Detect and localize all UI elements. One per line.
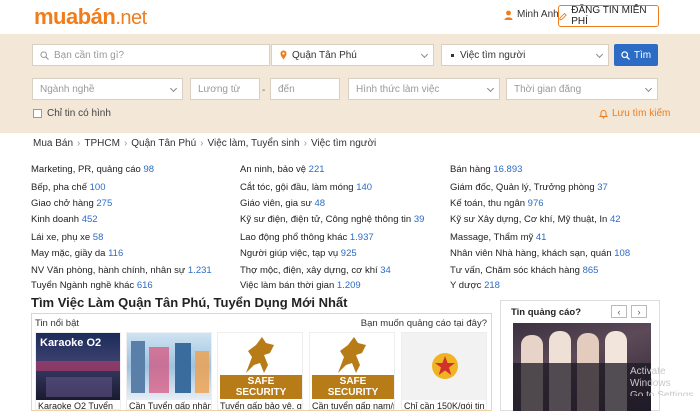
featured-item[interactable]: SAFE SECURITY Tuyển gấp bảo vệ, giữ xyxy=(217,332,303,410)
breadcrumb-separator: › xyxy=(303,138,307,149)
category-link[interactable]: Lái xe, phụ xe 58 xyxy=(31,232,103,243)
category-link[interactable]: Bán hàng 16.893 xyxy=(450,164,522,175)
search-icon xyxy=(621,50,630,60)
listing-image xyxy=(127,333,211,400)
featured-item[interactable]: Karaoke O2 Karaoke O2 Tuyển xyxy=(35,332,121,410)
work-type-select[interactable]: Hình thức làm việc xyxy=(348,78,500,100)
chevron-down-icon xyxy=(486,84,495,93)
listing-title: Tuyển gấp bảo vệ, giữ xyxy=(220,401,303,410)
category-link[interactable]: Kế toán, thu ngân 976 xyxy=(450,198,544,209)
category-link[interactable]: Giáo viên, gia sư 48 xyxy=(240,198,325,209)
breadcrumb-item[interactable]: Việc làm, Tuyển sinh xyxy=(208,138,300,149)
horse-logo-icon xyxy=(246,337,274,373)
breadcrumb-item[interactable]: Mua Bán xyxy=(33,138,73,149)
search-icon xyxy=(40,50,49,60)
user-name: Minh Anh xyxy=(517,9,559,20)
featured-item[interactable]: Cần Tuyển gấp nhân xyxy=(126,332,212,410)
salary-to-input[interactable]: đến xyxy=(270,78,340,100)
category-link[interactable]: Người giúp việc, tạp vụ 925 xyxy=(240,248,357,259)
category-select[interactable]: Việc tìm người xyxy=(441,44,609,66)
category-link[interactable]: Thợ mộc, điện, xây dựng, cơ khí 34 xyxy=(240,265,391,276)
save-search-link[interactable]: Lưu tìm kiếm xyxy=(599,108,670,119)
occupation-select[interactable]: Ngành nghề xyxy=(32,78,183,100)
chevron-down-icon xyxy=(420,50,429,59)
breadcrumb-item[interactable]: Quận Tân Phú xyxy=(131,138,196,149)
location-pin-icon xyxy=(280,50,287,60)
listing-title: Chỉ cần 150K/gói tin xyxy=(404,401,485,410)
edit-icon xyxy=(559,12,567,20)
ad-nav: ‹ › xyxy=(611,305,647,318)
category-link[interactable]: Kinh doanh 452 xyxy=(31,214,98,225)
range-dash: - xyxy=(262,85,266,96)
featured-item[interactable]: Chỉ cần 150K/gói tin xyxy=(401,332,487,410)
windows-activation-watermark: Activate Windows Go to Settings to activ… xyxy=(630,366,694,396)
category-link[interactable]: May mặc, giầy da 116 xyxy=(31,248,123,259)
chevron-down-icon xyxy=(169,84,178,93)
next-arrow-button[interactable]: › xyxy=(631,305,647,318)
star-badge-icon xyxy=(432,353,458,379)
ad-title: Tin quảng cáo? xyxy=(511,307,582,318)
category-link[interactable]: Tư vấn, Chăm sóc khách hàng 865 xyxy=(450,265,598,276)
category-link[interactable]: Giám đốc, Quản lý, Trưởng phòng 37 xyxy=(450,182,608,193)
category-link[interactable]: Kỹ sư điện, điện tử, Công nghệ thông tin… xyxy=(240,214,424,225)
category-link[interactable]: Việc làm bán thời gian 1.209 xyxy=(240,280,361,291)
category-link[interactable]: An ninh, bảo vệ 221 xyxy=(240,164,325,175)
location-select[interactable]: Quận Tân Phú xyxy=(271,44,434,66)
listing-title: Cần tuyển gấp nam/nữ bảo xyxy=(312,401,394,410)
user-icon xyxy=(504,10,513,20)
breadcrumb-separator: › xyxy=(77,138,81,149)
advertise-here-link[interactable]: Bạn muốn quảng cáo tại đây? xyxy=(361,318,487,329)
featured-listings: Tin nổi bật Bạn muốn quảng cáo tại đây? … xyxy=(31,313,492,411)
category-link[interactable]: Tuyển Ngành nghề khác 616 xyxy=(31,280,153,291)
breadcrumb-item[interactable]: TPHCM xyxy=(84,138,120,149)
category-link[interactable]: NV Văn phòng, hành chính, nhân sự 1.231 xyxy=(31,265,212,276)
section-title: Tìm Việc Làm Quận Tân Phú, Tuyển Dụng Mớ… xyxy=(31,295,348,310)
bell-icon xyxy=(599,109,608,119)
category-link[interactable]: Y dược 218 xyxy=(450,280,500,291)
breadcrumb: Mua Bán › TPHCM › Quận Tân Phú › Việc là… xyxy=(33,138,376,149)
prev-arrow-button[interactable]: ‹ xyxy=(611,305,627,318)
image-only-checkbox[interactable]: Chỉ tin có hình xyxy=(33,108,111,119)
listing-title: Karaoke O2 Tuyển xyxy=(38,401,114,410)
category-link[interactable]: Giao chở hàng 275 xyxy=(31,198,112,209)
category-link[interactable]: Bếp, pha chế 100 xyxy=(31,182,106,193)
horse-logo-icon xyxy=(338,337,366,373)
category-link[interactable]: Cắt tóc, gội đầu, làm móng 140 xyxy=(240,182,372,193)
site-header: muabán.net Minh Anh ĐĂNG TIN MIỄN PHÍ xyxy=(0,0,700,34)
salary-from-input[interactable]: Lương từ xyxy=(190,78,260,100)
category-dot-icon xyxy=(451,53,454,57)
featured-item[interactable]: SAFE SECURITY Cần tuyển gấp nam/nữ bảo xyxy=(309,332,395,410)
breadcrumb-separator: › xyxy=(123,138,128,149)
category-link[interactable]: Lao động phổ thông khác 1.937 xyxy=(240,232,374,243)
category-link[interactable]: Nhân viên Nhà hàng, khách sạn, quán 108 xyxy=(450,248,630,259)
category-link[interactable]: Kỹ sư Xây dựng, Cơ khí, Mỹ thuật, In 42 xyxy=(450,214,621,225)
listing-image: SAFE SECURITY xyxy=(310,333,394,400)
search-button[interactable]: Tìm xyxy=(614,44,658,66)
chevron-down-icon xyxy=(595,50,604,59)
chevron-down-icon xyxy=(644,84,653,93)
category-link[interactable]: Marketing, PR, quảng cáo 98 xyxy=(31,164,154,175)
site-logo[interactable]: muabán.net xyxy=(34,4,147,30)
featured-header: Tin nổi bật xyxy=(35,318,80,329)
posted-time-select[interactable]: Thời gian đăng xyxy=(506,78,658,100)
category-link[interactable]: Massage, Thẩm mỹ 41 xyxy=(450,232,546,243)
listing-image: Karaoke O2 xyxy=(36,333,120,400)
user-menu[interactable]: Minh Anh xyxy=(504,9,559,20)
post-ad-button[interactable]: ĐĂNG TIN MIỄN PHÍ xyxy=(558,5,659,27)
search-input[interactable]: Bạn cần tìm gì? xyxy=(32,44,270,66)
listing-image: SAFE SECURITY xyxy=(218,333,302,400)
checkbox-box[interactable] xyxy=(33,109,42,118)
breadcrumb-item: Việc tìm người xyxy=(310,138,377,149)
breadcrumb-separator: › xyxy=(200,138,204,149)
listing-title: Cần Tuyển gấp nhân xyxy=(129,401,212,410)
listing-image xyxy=(402,333,486,400)
